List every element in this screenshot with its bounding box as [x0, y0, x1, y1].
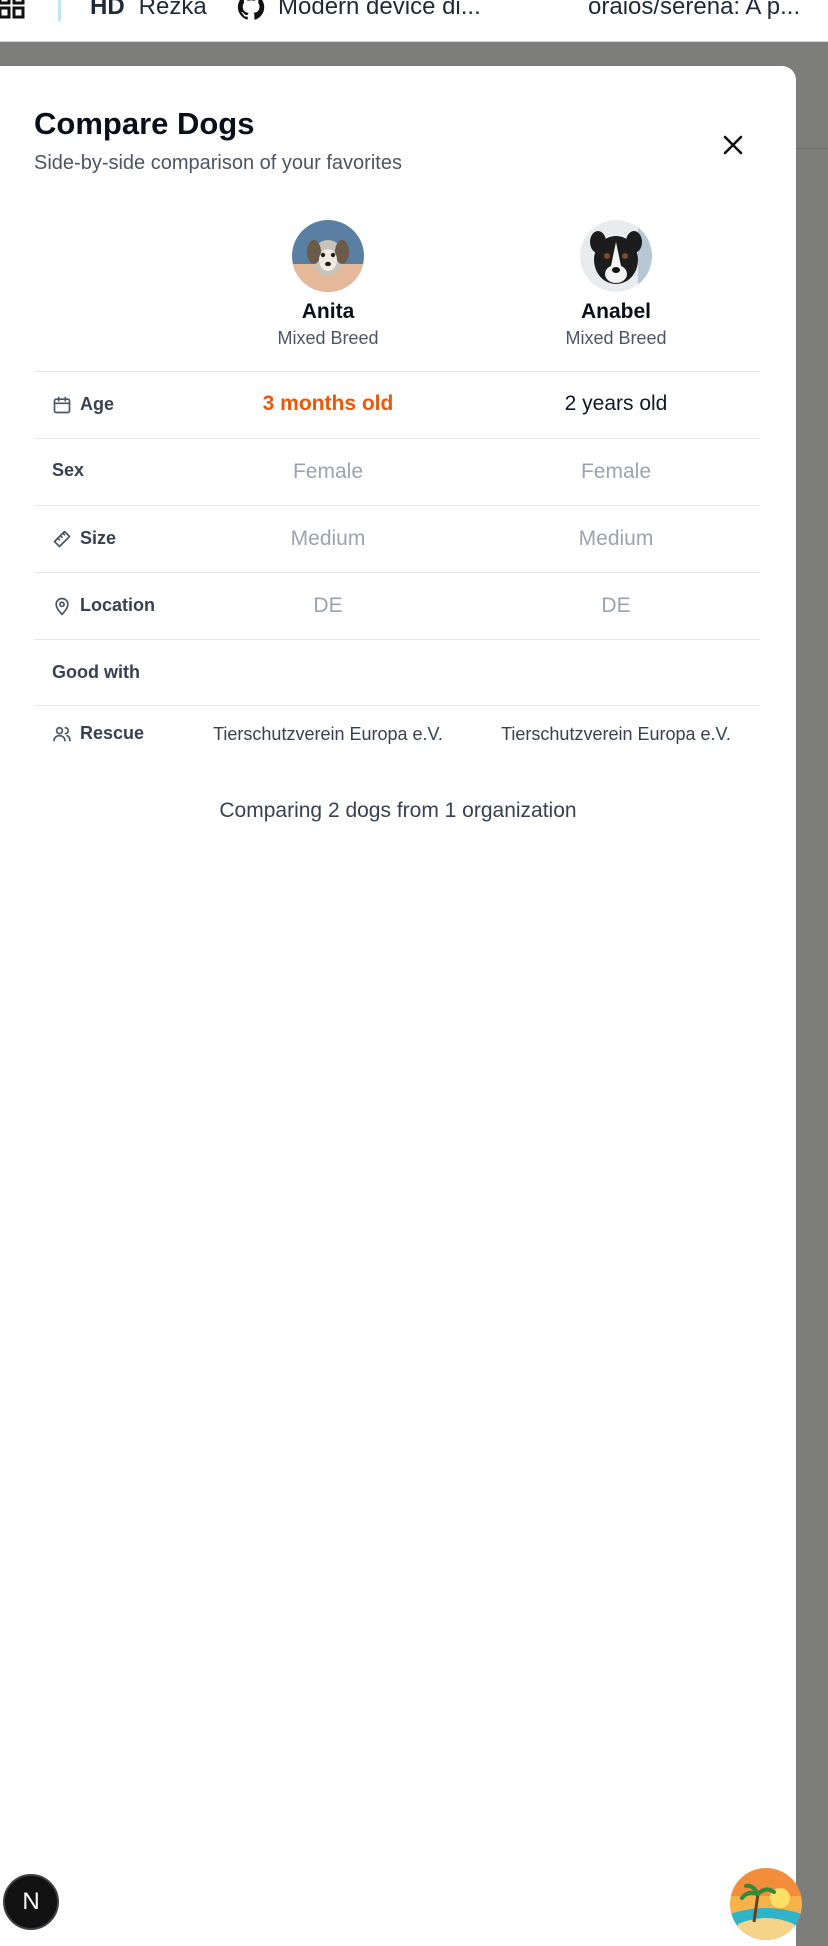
comparison-summary: Comparing 2 dogs from 1 organization [219, 799, 577, 822]
bookmark-divider [58, 0, 61, 22]
dog-breed: Mixed Breed [565, 328, 667, 348]
backdrop-divider [796, 148, 828, 149]
row-label-text: Sex [52, 460, 85, 480]
calendar-icon [53, 396, 71, 413]
dog-avatar [580, 220, 652, 292]
apps-grid-icon[interactable] [0, 0, 28, 24]
bookmarks-bar: HD Rezka Modern device di... oraios/seren… [0, 0, 828, 42]
row-label-age: Age [52, 394, 114, 415]
row-label-location: Location [52, 595, 155, 616]
dog-header-anabel: Anabel Mixed Breed [506, 220, 726, 349]
next-badge-letter: N [22, 1888, 40, 1915]
row-good-with: Good with [34, 639, 760, 706]
row-label-good-with: Good with [52, 662, 140, 683]
rescue-value-anabel[interactable]: Tierschutzverein Europa e.V. [472, 724, 760, 745]
row-label-text: Rescue [80, 723, 145, 743]
location-value-anabel: DE [601, 594, 631, 617]
bookmark-rezka[interactable]: HD Rezka [90, 0, 207, 22]
map-pin-icon [55, 597, 69, 615]
row-label-text: Age [80, 394, 115, 414]
row-label-size: Size [52, 528, 116, 549]
modal-title: Compare Dogs [34, 106, 255, 141]
bookmark-label: oraios/serena: A p... [588, 0, 801, 20]
close-button[interactable] [712, 124, 754, 166]
next-dev-tools-button[interactable]: N [3, 1874, 59, 1930]
close-icon [723, 135, 743, 155]
beach-avatar-icon[interactable] [730, 1868, 802, 1940]
dog-name[interactable]: Anabel [506, 300, 726, 324]
rescue-value-anita[interactable]: Tierschutzverein Europa e.V. [184, 724, 472, 745]
bookmark-label: Modern device di... [278, 0, 481, 20]
modal-subtitle: Side-by-side comparison of your favorite… [34, 152, 402, 174]
row-age: Age 3 months old 2 years old [34, 371, 760, 438]
row-label-rescue: Rescue [52, 723, 144, 744]
ruler-icon [53, 530, 71, 547]
bookmark-oraios-serena[interactable]: oraios/serena: A p... [588, 0, 800, 22]
dog-breed: Mixed Breed [277, 328, 379, 348]
row-rescue: Rescue Tierschutzverein Europa e.V. Tier… [34, 705, 760, 772]
row-size: Size Medium Medium [34, 505, 760, 572]
age-value-anabel: 2 years old [564, 392, 668, 415]
modal-backdrop[interactable] [796, 42, 828, 1936]
compare-dogs-modal: Compare Dogs Side-by-side comparison of … [0, 66, 796, 1946]
bookmark-modern-device[interactable]: Modern device di... [236, 0, 481, 22]
row-sex: Sex Female Female [34, 438, 760, 505]
row-label-text: Location [80, 595, 155, 615]
size-value-anabel: Medium [578, 527, 654, 550]
hd-badge: HD [90, 0, 125, 20]
size-value-anita: Medium [290, 527, 366, 550]
dog-header-anita: Anita Mixed Breed [218, 220, 438, 349]
github-icon [237, 0, 265, 20]
bookmark-label: Rezka [138, 0, 207, 20]
sex-value-anabel: Female [580, 460, 652, 483]
users-icon [53, 726, 71, 741]
row-label-text: Size [80, 528, 117, 548]
row-label-sex: Sex [52, 460, 84, 481]
dog-avatar [292, 220, 364, 292]
dog-name[interactable]: Anita [218, 300, 438, 324]
row-location: Location DE DE [34, 572, 760, 639]
location-value-anita: DE [313, 594, 343, 617]
row-label-text: Good with [52, 662, 140, 682]
age-value-anita: 3 months old [262, 392, 394, 415]
sex-value-anita: Female [292, 460, 364, 483]
